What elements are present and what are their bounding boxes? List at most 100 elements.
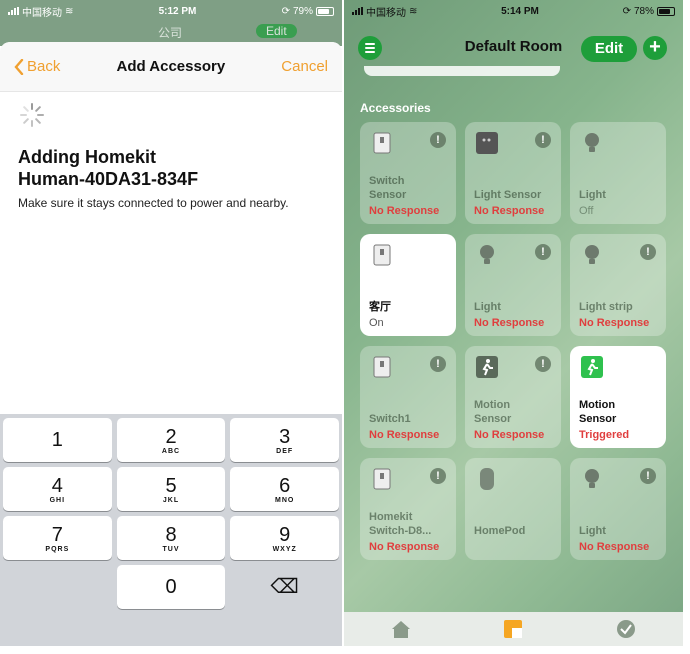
battery-percent: 78% [633, 5, 654, 17]
rotation-lock-icon: ⟳ [622, 5, 631, 17]
numeric-keypad: 1 2 ABC 3 DEF 4 GHI 5 JKL 6 MNO 7 PQRS 8 TUV 9W… [0, 414, 342, 646]
accessory-name: Motion Sensor [579, 399, 617, 425]
accessory-name: Light Sensor [474, 189, 542, 201]
signal-icon [352, 7, 363, 15]
key-digit: 1 [51, 429, 63, 451]
accessory-status: No Response [579, 317, 650, 329]
accessory-name: Light strip [579, 301, 633, 313]
switch-icon [373, 132, 391, 154]
accessory-tile[interactable]: Light Off [570, 122, 666, 224]
switch-icon [373, 356, 391, 378]
carrier-label: 中国移动 [366, 7, 406, 19]
rooms-tab-icon[interactable] [503, 619, 523, 639]
key-9[interactable]: 9 WXYZ [230, 516, 340, 560]
accessory-status: No Response [369, 205, 440, 217]
accessory-tile[interactable]: ! Light strip No Response [570, 234, 666, 336]
key-digit: 5 [165, 474, 177, 497]
key-7[interactable]: 7 PQRS [3, 516, 112, 560]
behind-edit-button: Edit [256, 24, 297, 38]
key-letters: PQRS [45, 545, 70, 553]
battery-percent: 79% [292, 5, 313, 17]
edit-button[interactable]: Edit [581, 36, 637, 62]
scene-card-edge [364, 66, 560, 76]
accessory-status: No Response [579, 541, 650, 553]
key-digit: 4 [51, 474, 63, 497]
home-tab-icon[interactable] [390, 619, 412, 639]
key-digit: 6 [279, 474, 291, 497]
accessory-name: Switch Sensor [369, 175, 407, 201]
key-letters: TUV [162, 545, 180, 553]
key-8[interactable]: 8 TUV [116, 516, 226, 560]
section-header: Accessories [360, 101, 431, 115]
light-sensor-icon [476, 132, 498, 154]
keypad-row: 1 2 ABC 3 DEF [3, 418, 340, 462]
status-time: 5:14 PM [501, 5, 539, 17]
accessory-name: Homekit Switch-D8... [369, 511, 432, 537]
home-nav-bar: Default Room Edit + [344, 24, 683, 70]
right-phone-screen: 中国移动 ≋ 5:14 PM ⟳ 78% Default Room Edit +… [344, 0, 683, 646]
back-button[interactable]: Back [14, 58, 60, 75]
accessory-status: No Response [369, 541, 440, 553]
accessory-status: No Response [369, 429, 440, 441]
accessory-status: Off [579, 205, 594, 217]
accessory-tile[interactable]: ! Light Sensor No Response [465, 122, 561, 224]
add-button[interactable]: + [643, 36, 667, 60]
accessory-name: Light [579, 189, 606, 201]
key-blank [3, 565, 112, 609]
alert-icon: ! [535, 132, 551, 148]
cancel-button[interactable]: Cancel [281, 58, 328, 75]
sheet-title: Add Accessory [116, 58, 226, 75]
accessory-name: HomePod [474, 525, 526, 537]
switch-icon [373, 244, 391, 266]
status-bar: 中国移动 ≋ 5:14 PM ⟳ 78% [344, 0, 683, 22]
wifi-icon: ≋ [65, 5, 74, 17]
key-2[interactable]: 2 ABC [116, 418, 226, 462]
key-6[interactable]: 6 MNO [230, 467, 340, 511]
accessory-status: No Response [474, 205, 545, 217]
bulb-icon [585, 245, 599, 264]
delete-key[interactable]: ⌫ [230, 565, 339, 609]
rotation-lock-icon: ⟳ [281, 5, 290, 17]
accessory-tile[interactable]: ! Switch Sensor No Response [360, 122, 456, 224]
keypad-row: 4 GHI 5 JKL 6 MNO [3, 467, 340, 511]
key-digit: 7 [51, 523, 63, 546]
accessory-tile[interactable]: HomePod [465, 458, 561, 560]
key-letters: MNO [275, 496, 295, 504]
motion-icon [581, 356, 603, 378]
key-digit: 3 [279, 425, 291, 448]
connection-note: Make sure it stays connected to power an… [18, 196, 289, 210]
alert-icon: ! [640, 244, 656, 260]
left-phone-screen: 中国移动 ≋ 5:12 PM ⟳ 79% 公司 Edit Back Add Ac… [0, 0, 342, 646]
signal-icon [8, 7, 19, 15]
wifi-icon: ≋ [409, 5, 418, 17]
adding-title-line1: Adding Homekit [18, 147, 156, 167]
accessory-status: No Response [474, 317, 545, 329]
bulb-icon [585, 133, 599, 152]
accessory-tile[interactable]: ! Light No Response [465, 234, 561, 336]
alert-icon: ! [430, 356, 446, 372]
key-0[interactable]: 0 [116, 565, 226, 609]
accessory-tile[interactable]: 客厅 On [360, 234, 456, 336]
accessory-tile[interactable]: ! Homekit Switch-D8... No Response [360, 458, 456, 560]
automation-tab-icon[interactable] [615, 618, 637, 640]
plus-icon: + [649, 36, 661, 58]
accessory-tile[interactable]: Motion Sensor Triggered [570, 346, 666, 448]
key-letters: WXYZ [272, 545, 297, 553]
alert-icon: ! [640, 468, 656, 484]
key-letters: GHI [49, 496, 66, 504]
key-4[interactable]: 4 GHI [3, 467, 112, 511]
keypad-row: 7 PQRS 8 TUV 9 WXYZ [3, 516, 340, 560]
key-letters: ABC [161, 447, 181, 455]
key-5[interactable]: 5 JKL [116, 467, 226, 511]
bulb-icon [585, 469, 599, 488]
key-1[interactable]: 1 [3, 418, 112, 462]
key-3[interactable]: 3 DEF [230, 418, 340, 462]
accessory-tile[interactable]: ! Motion Sensor No Response [465, 346, 561, 448]
accessory-name: Light [474, 301, 501, 313]
key-letters: JKL [162, 496, 180, 504]
accessory-tile[interactable]: ! Light No Response [570, 458, 666, 560]
back-label: Back [27, 58, 61, 75]
alert-icon: ! [430, 468, 446, 484]
key-digit: 0 [165, 576, 177, 598]
accessory-tile[interactable]: ! Switch1 No Response [360, 346, 456, 448]
